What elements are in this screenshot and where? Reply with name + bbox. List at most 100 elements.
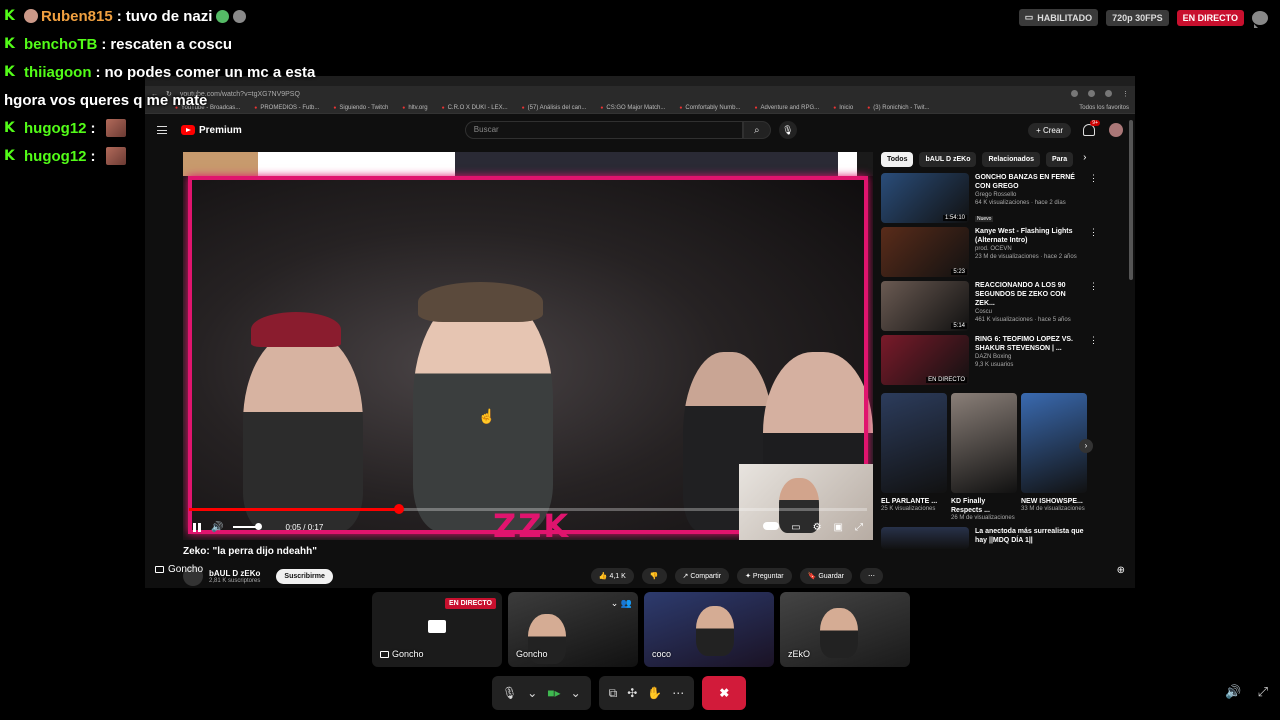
profile-icon[interactable] xyxy=(1105,90,1112,97)
search-input[interactable]: Buscar xyxy=(464,121,743,139)
channel-name[interactable]: prod. OCEVN xyxy=(975,245,1087,253)
list-item[interactable]: 1:54:10 GONCHO BANZAS EN FERNÉ CON GREGO… xyxy=(881,173,1126,227)
bookmark[interactable]: Inicio xyxy=(833,105,853,111)
soundboard-icon[interactable]: ✋ xyxy=(647,686,662,700)
video-title[interactable]: La anectoda más surrealista que hay ||MD… xyxy=(975,527,1087,545)
participant-tile[interactable]: zEkO xyxy=(780,592,910,667)
activities-icon[interactable]: ✣ xyxy=(627,686,637,700)
subscribe-button[interactable]: Suscribirme xyxy=(276,568,333,584)
list-item[interactable]: La anectoda más surrealista que hay ||MD… xyxy=(881,527,1126,549)
list-item[interactable]: 5:23 Kanye West - Flashing Lights (Alter… xyxy=(881,227,1126,281)
bookmark[interactable]: hltv.org xyxy=(402,105,427,111)
camera-icon[interactable]: ■▸ xyxy=(547,686,560,700)
short-thumbnail[interactable]: › xyxy=(1021,393,1093,493)
video-title[interactable]: RING 6: TEOFIMO LOPEZ VS. SHAKUR STEVENS… xyxy=(975,335,1087,353)
short-label[interactable]: KD Finally Respects ... 26 M de visualiz… xyxy=(951,497,1017,521)
share-button[interactable]: ↗ Compartir xyxy=(674,568,730,584)
video-title[interactable]: REACCIONANDO A LOS 90 SEGUNDOS DE ZEKO C… xyxy=(975,281,1087,308)
chevron-down-icon[interactable]: ⌄ 👥 xyxy=(611,598,632,609)
video-thumbnail[interactable] xyxy=(881,527,969,549)
video-thumbnail[interactable]: 5:23 xyxy=(881,227,969,277)
leave-call-button[interactable]: ✖ xyxy=(702,676,747,710)
kebab-icon[interactable]: ⋮ xyxy=(1089,173,1098,227)
short-thumbnail[interactable] xyxy=(881,393,947,493)
volume-icon[interactable]: 🔊 xyxy=(211,522,223,533)
chevron-right-icon[interactable]: › xyxy=(1083,152,1086,167)
create-button[interactable]: + Crear xyxy=(1028,122,1071,138)
all-bookmarks[interactable]: Todos los favoritos xyxy=(1079,105,1129,111)
short-title[interactable]: KD Finally Respects ... xyxy=(951,497,1017,515)
short-label[interactable]: NEW ISHOWSPE... 33 M de visualizaciones xyxy=(1021,497,1087,521)
bookmark[interactable]: (57) Análisis del can... xyxy=(522,105,587,111)
video-title[interactable]: GONCHO BANZAS EN FERNÉ CON GREGO xyxy=(975,173,1087,191)
more-icon[interactable]: ⋯ xyxy=(672,686,684,700)
chat-username[interactable]: benchoTB xyxy=(24,36,97,53)
bookmark[interactable]: (3) Ronichich - Twit... xyxy=(867,105,929,111)
kebab-icon[interactable]: ⋮ xyxy=(1089,227,1098,281)
volume-slider[interactable] xyxy=(233,523,263,530)
participant-tile[interactable]: EN DIRECTO Goncho xyxy=(372,592,502,667)
scrollbar[interactable] xyxy=(1129,120,1133,280)
volume-icon[interactable]: 🔊 xyxy=(1225,684,1241,700)
chip-for-you[interactable]: Para xyxy=(1045,152,1074,167)
mic-icon[interactable]: 🎙 xyxy=(502,686,517,700)
bookmark[interactable]: CS:GO Major Match... xyxy=(600,105,665,111)
ask-button[interactable]: ✦ Preguntar xyxy=(737,568,792,584)
channel-name[interactable]: bAUL D zEKo xyxy=(209,569,260,578)
screen-share-icon[interactable]: ⧉ xyxy=(609,686,618,701)
chat-username[interactable]: hugog12 xyxy=(24,148,87,165)
video-thumbnail[interactable]: 5:14 xyxy=(881,281,969,331)
save-button[interactable]: 🔖 Guardar xyxy=(799,568,852,584)
chip-related[interactable]: Relacionados xyxy=(982,152,1040,167)
channel-name[interactable]: DAZN Boxing xyxy=(975,353,1087,361)
chat-username[interactable]: Ruben815 xyxy=(41,8,113,25)
participant-tile[interactable]: ⌄ 👥 Goncho xyxy=(508,592,638,667)
settings-icon[interactable]: ⚙ xyxy=(813,522,822,533)
fullscreen-icon[interactable]: ⤢ xyxy=(1258,684,1268,700)
bookmark[interactable]: C.R.O X DUKI - LEX... xyxy=(442,105,508,111)
chat-icon[interactable] xyxy=(1252,10,1268,28)
fullscreen-icon[interactable]: ⤢ xyxy=(855,522,863,533)
extension-icon[interactable] xyxy=(1071,90,1078,97)
chat-username[interactable]: thiiagoon xyxy=(24,64,92,81)
subtitles-icon[interactable]: ▭ xyxy=(791,522,800,533)
chip-all[interactable]: Todos xyxy=(881,152,914,167)
participant-tile[interactable]: coco xyxy=(644,592,774,667)
video-title[interactable]: Kanye West - Flashing Lights (Alternate … xyxy=(975,227,1087,245)
video-player[interactable]: ZZK ☝ 🔊 0:05 / 0:17 ▭ ⚙ ▣ ⤢ xyxy=(183,152,873,540)
dislike-button[interactable]: 👎 xyxy=(641,568,667,584)
channel-name[interactable]: Coscu xyxy=(975,308,1087,316)
star-icon[interactable] xyxy=(1088,90,1095,97)
kebab-icon[interactable]: ⋮ xyxy=(1089,281,1098,335)
chat-username[interactable]: hugog12 xyxy=(24,120,87,137)
chevron-right-icon[interactable]: › xyxy=(1079,439,1093,453)
short-title[interactable]: EL PARLANTE ... xyxy=(881,497,947,506)
short-label[interactable]: EL PARLANTE ... 25 K visualizaciones xyxy=(881,497,947,521)
bell-icon[interactable]: 9+ xyxy=(1083,120,1100,136)
list-item[interactable]: 5:14 REACCIONANDO A LOS 90 SEGUNDOS DE Z… xyxy=(881,281,1126,335)
mic-icon[interactable]: 🎙 xyxy=(778,121,797,139)
progress-bar[interactable] xyxy=(189,504,867,514)
bookmark[interactable]: Adventure and RPG... xyxy=(754,105,819,111)
more-icon[interactable]: ⋯ xyxy=(860,568,883,584)
short-title[interactable]: NEW ISHOWSPE... xyxy=(1021,497,1087,506)
kebab-icon[interactable]: ⋮ xyxy=(1089,335,1098,389)
channel-name[interactable]: Grego Rossello xyxy=(975,191,1087,199)
zoom-icon[interactable]: ⊕ xyxy=(1117,565,1125,576)
pause-icon[interactable] xyxy=(193,522,201,532)
avatar[interactable] xyxy=(1109,123,1123,137)
bookmark[interactable]: Siguiendo - Twitch xyxy=(333,105,388,111)
chip-channel[interactable]: bAUL D zEKo xyxy=(919,152,977,167)
bookmark[interactable]: Comfortably Numb... xyxy=(679,105,740,111)
video-thumbnail[interactable]: EN DIRECTO xyxy=(881,335,969,385)
miniplayer-icon[interactable]: ▣ xyxy=(834,522,843,533)
short-thumbnail[interactable] xyxy=(951,393,1017,493)
chevron-down-icon[interactable]: ⌄ xyxy=(571,686,581,700)
video-thumbnail[interactable]: 1:54:10 xyxy=(881,173,969,223)
list-item[interactable]: EN DIRECTO RING 6: TEOFIMO LOPEZ VS. SHA… xyxy=(881,335,1126,389)
search-icon[interactable]: ⌕ xyxy=(742,121,771,139)
chevron-down-icon[interactable]: ⌄ xyxy=(527,686,537,700)
menu-icon[interactable]: ⋮ xyxy=(1122,90,1129,98)
autoplay-toggle[interactable] xyxy=(763,521,780,530)
like-button[interactable]: 👍 4,1 K xyxy=(590,568,634,584)
